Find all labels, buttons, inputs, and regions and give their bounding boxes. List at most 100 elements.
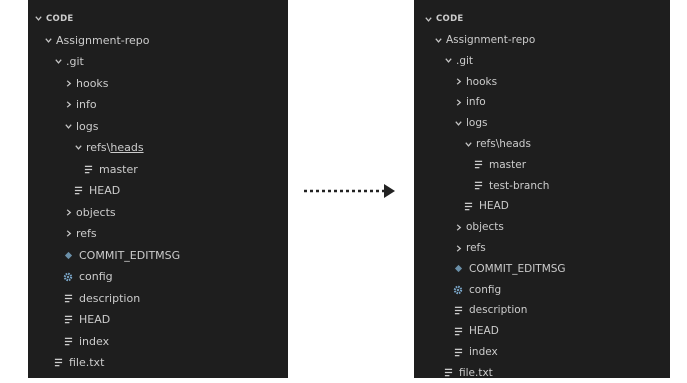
tree-folder-item[interactable]: .git bbox=[28, 51, 288, 72]
tree-item-label: index bbox=[469, 346, 498, 359]
tree-file-item[interactable]: description bbox=[28, 288, 288, 309]
tree-file-item[interactable]: HEAD bbox=[28, 309, 288, 330]
chevron-down-icon bbox=[72, 143, 84, 152]
tree-folder-item[interactable]: Assignment-repo bbox=[414, 30, 670, 51]
text-file-icon bbox=[452, 327, 464, 336]
tree-folder-item[interactable]: refs\heads bbox=[414, 134, 670, 155]
tree-item-label: master bbox=[99, 162, 138, 176]
explorer-before: CODE Assignment-repo .git hooks info logs refs… bbox=[28, 0, 288, 378]
text-file-icon bbox=[472, 181, 484, 190]
tree-item-label: refs bbox=[466, 242, 486, 255]
chevron-down-icon bbox=[52, 57, 64, 66]
text-file-icon bbox=[62, 337, 74, 346]
chevron-right-icon bbox=[62, 208, 74, 217]
text-file-icon bbox=[462, 202, 474, 211]
text-file-icon bbox=[452, 306, 464, 315]
tree-file-item[interactable]: COMMIT_EDITMSG bbox=[414, 259, 670, 280]
tree-item-label: hooks bbox=[76, 76, 109, 90]
tree-item-label: test-branch bbox=[489, 179, 550, 192]
tree-item-label-highlight: heads bbox=[110, 141, 144, 154]
chevron-down-icon bbox=[442, 56, 454, 65]
tree-item-label: info bbox=[466, 96, 486, 109]
chevron-right-icon bbox=[62, 79, 74, 88]
tree-file-item[interactable]: test-branch bbox=[414, 175, 670, 196]
transition-arrow-icon bbox=[304, 184, 395, 198]
text-file-icon bbox=[72, 186, 84, 195]
tree-item-label: config bbox=[469, 283, 502, 296]
chevron-down-icon bbox=[432, 36, 444, 45]
explorer-header[interactable]: CODE bbox=[414, 9, 670, 30]
tree-folder-item[interactable]: hooks bbox=[28, 73, 288, 94]
chevron-down-icon bbox=[42, 36, 54, 45]
tree-file-item[interactable]: HEAD bbox=[414, 321, 670, 342]
tree-folder-item[interactable]: hooks bbox=[414, 71, 670, 92]
commit-message-file-icon bbox=[452, 264, 464, 273]
tree-item-label: index bbox=[79, 334, 110, 348]
explorer-header-label: CODE bbox=[436, 14, 464, 25]
tree-item-label: logs bbox=[466, 117, 488, 130]
config-gear-icon bbox=[62, 272, 74, 282]
tree-item-label: .git bbox=[66, 55, 84, 68]
chevron-down-icon bbox=[452, 119, 464, 128]
tree-folder-item[interactable]: info bbox=[414, 92, 670, 113]
tree-file-item[interactable]: index bbox=[414, 342, 670, 363]
chevron-down-icon bbox=[462, 140, 474, 149]
tree-file-item[interactable]: HEAD bbox=[414, 196, 670, 217]
text-file-icon bbox=[52, 358, 64, 367]
tree-item-label: objects bbox=[76, 205, 116, 219]
chevron-down-icon bbox=[62, 122, 74, 131]
chevron-right-icon bbox=[452, 77, 464, 86]
text-file-icon bbox=[442, 368, 454, 377]
tree-folder-item[interactable]: logs bbox=[28, 116, 288, 137]
tree-folder-item[interactable]: logs bbox=[414, 113, 670, 134]
chevron-right-icon bbox=[452, 244, 464, 253]
tree-folder-item[interactable]: info bbox=[28, 94, 288, 115]
tree-item-label: refs\ bbox=[86, 141, 111, 154]
tree-item-label: config bbox=[79, 270, 113, 283]
commit-message-file-icon bbox=[62, 251, 74, 260]
tree-item-label: hooks bbox=[466, 75, 498, 88]
tree-file-item[interactable]: index bbox=[28, 331, 288, 352]
tree-folder-item[interactable]: refs bbox=[414, 238, 670, 259]
chevron-right-icon bbox=[452, 223, 464, 232]
tree-file-item[interactable]: config bbox=[28, 266, 288, 287]
tree-item-label: Assignment-repo bbox=[56, 33, 150, 47]
explorer-after: CODE Assignment-repo .git hooks info logs refs… bbox=[414, 0, 670, 379]
tree-file-item[interactable]: file.txt bbox=[28, 352, 288, 373]
tree-file-item[interactable]: description bbox=[414, 300, 670, 321]
tree-folder-item[interactable]: objects bbox=[414, 217, 670, 238]
config-gear-icon bbox=[452, 285, 464, 295]
text-file-icon bbox=[62, 315, 74, 324]
explorer-header[interactable]: CODE bbox=[28, 8, 288, 29]
tree-file-item[interactable]: master bbox=[414, 155, 670, 176]
explorer-header-label: CODE bbox=[46, 13, 74, 24]
chevron-right-icon bbox=[62, 100, 74, 109]
text-file-icon bbox=[82, 165, 94, 174]
tree-file-item[interactable]: HEAD bbox=[28, 180, 288, 201]
tree-item-label: description bbox=[469, 304, 528, 317]
tree-folder-item[interactable]: refs\heads bbox=[28, 137, 288, 158]
tree-item-label: COMMIT_EDITMSG bbox=[469, 262, 566, 275]
tree-file-item[interactable]: file.txt bbox=[414, 363, 670, 383]
tree-item-label: refs bbox=[76, 227, 97, 240]
tree-item-label: .git bbox=[456, 54, 474, 67]
tree-file-item[interactable]: COMMIT_EDITMSG bbox=[28, 245, 288, 266]
chevron-right-icon bbox=[62, 229, 74, 238]
tree-item-label: objects bbox=[466, 221, 504, 234]
text-file-icon bbox=[472, 160, 484, 169]
tree-folder-item[interactable]: refs bbox=[28, 223, 288, 244]
tree-item-label: info bbox=[76, 98, 97, 111]
tree-item-label: file.txt bbox=[459, 366, 493, 379]
tree-item-label: HEAD bbox=[479, 200, 509, 213]
tree-folder-item[interactable]: objects bbox=[28, 202, 288, 223]
tree-item-label: description bbox=[79, 291, 141, 305]
tree-item-label: logs bbox=[76, 119, 99, 133]
chevron-down-icon bbox=[422, 15, 434, 24]
tree-folder-item[interactable]: Assignment-repo bbox=[28, 30, 288, 51]
tree-file-item[interactable]: master bbox=[28, 159, 288, 180]
tree-file-item[interactable]: config bbox=[414, 279, 670, 300]
tree-item-label: HEAD bbox=[469, 325, 499, 338]
tree-folder-item[interactable]: .git bbox=[414, 51, 670, 72]
tree-item-label: Assignment-repo bbox=[446, 34, 536, 47]
tree-item-label: refs\heads bbox=[476, 138, 531, 151]
